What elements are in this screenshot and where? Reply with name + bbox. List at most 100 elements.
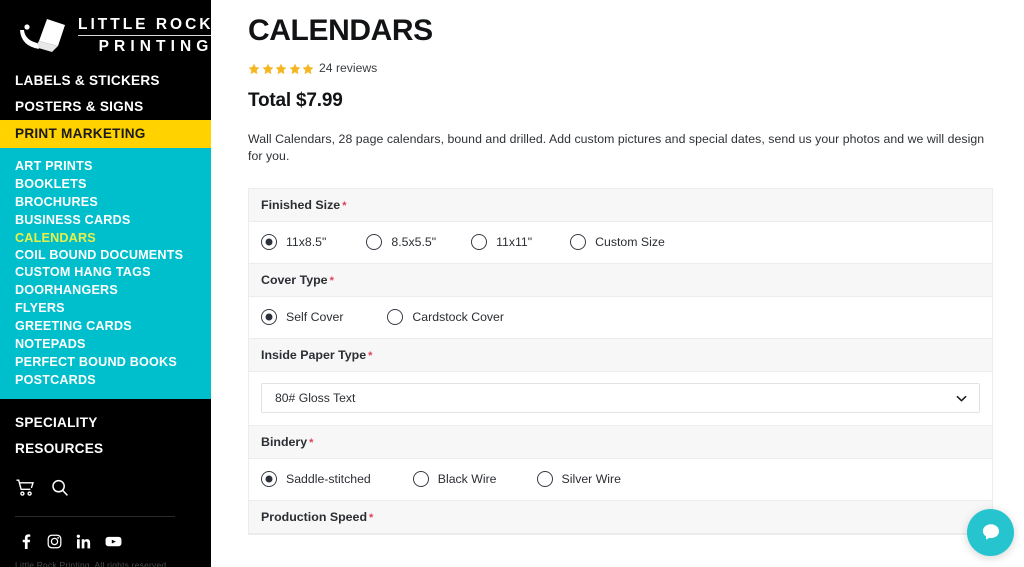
radio-indicator[interactable] (261, 309, 277, 325)
option-group-header: Cover Type * (249, 264, 992, 297)
chat-bubble-icon (982, 523, 999, 540)
option-group-bindery: Bindery * Saddle-stitched Black Wire Silv… (248, 426, 993, 501)
facebook-icon[interactable] (18, 534, 33, 550)
radio-option-custom-size[interactable]: Custom Size (570, 234, 665, 250)
radio-label: Cardstock Cover (412, 310, 504, 324)
chevron-down-icon[interactable] (955, 392, 968, 405)
sidebar-item-notepads[interactable]: NOTEPADS (0, 335, 211, 353)
rating-row: 24 reviews (248, 61, 993, 75)
review-count[interactable]: 24 reviews (319, 61, 377, 75)
nav-item-resources[interactable]: RESOURCES (0, 436, 211, 462)
sidebar-item-calendars[interactable]: CALENDARS (0, 229, 211, 247)
required-marker: * (342, 200, 347, 212)
sidebar-item-greeting-cards[interactable]: GREETING CARDS (0, 317, 211, 335)
star-icon (262, 62, 274, 75)
sidebar-item-postcards[interactable]: POSTCARDS (0, 371, 211, 389)
option-group-body: Self Cover Cardstock Cover (249, 297, 992, 338)
required-marker: * (329, 275, 334, 287)
option-group-header: Finished Size * (249, 189, 992, 222)
primary-nav: LABELS & STICKERS POSTERS & SIGNS PRINT … (0, 68, 211, 148)
radio-indicator[interactable] (261, 471, 277, 487)
logo-text-line1: LITTLE ROCK (78, 16, 211, 33)
star-rating[interactable] (248, 62, 314, 75)
social-icon-row (0, 517, 211, 550)
required-marker: * (309, 437, 314, 449)
search-icon[interactable] (50, 478, 70, 498)
radio-indicator[interactable] (261, 234, 277, 250)
option-group-title: Finished Size (261, 198, 341, 212)
sidebar-item-perfect-bound-books[interactable]: PERFECT BOUND BOOKS (0, 353, 211, 371)
option-group-finished-size: Finished Size* 11x8.5" 8.5x5.5" 11x11" (248, 188, 993, 264)
product-description: Wall Calendars, 28 page calendars, bound… (248, 132, 985, 163)
sidebar-item-art-prints[interactable]: ART PRINTS (0, 157, 211, 175)
nav-item-labels-stickers[interactable]: LABELS & STICKERS (0, 68, 211, 94)
sidebar: LITTLE ROCK PRINTING LABELS & STICKERS P… (0, 0, 211, 567)
radio-option-8-5x5-5[interactable]: 8.5x5.5" (366, 234, 436, 250)
radio-label: Saddle-stitched (286, 472, 371, 486)
chat-widget-button[interactable] (967, 509, 1014, 556)
product-options: Finished Size* 11x8.5" 8.5x5.5" 11x11" (248, 188, 993, 535)
main-content: CALENDARS 24 reviews Total $7.99 Wall Ca… (211, 0, 1024, 567)
option-group-title: Production Speed (261, 510, 368, 524)
radio-option-cardstock-cover[interactable]: Cardstock Cover (387, 309, 504, 325)
print-marketing-submenu: ART PRINTS BOOKLETS BROCHURES BUSINESS C… (0, 148, 211, 400)
star-icon (248, 62, 260, 75)
sidebar-item-coil-bound-documents[interactable]: COIL BOUND DOCUMENTS (0, 247, 211, 263)
radio-option-silver-wire[interactable]: Silver Wire (536, 471, 621, 487)
radio-indicator[interactable] (412, 471, 429, 487)
radio-label: Black Wire (437, 472, 497, 486)
radio-label: Silver Wire (561, 472, 621, 486)
radio-label: 8.5x5.5" (391, 235, 437, 249)
option-group-body: 11x8.5" 8.5x5.5" 11x11" Custom Size (249, 222, 992, 263)
radio-option-saddle-stitched[interactable]: Saddle-stitched (261, 471, 371, 487)
option-group-cover-type: Cover Type * Self Cover Cardstock Cover (248, 264, 993, 339)
nav-item-posters-signs[interactable]: POSTERS & SIGNS (0, 94, 211, 120)
sidebar-item-custom-hang-tags[interactable]: CUSTOM HANG TAGS (0, 263, 211, 281)
radio-option-self-cover[interactable]: Self Cover (261, 309, 343, 325)
star-icon (275, 62, 287, 75)
radio-indicator[interactable] (570, 234, 587, 250)
secondary-nav: SPECIALITY RESOURCES (0, 399, 211, 462)
sidebar-item-business-cards[interactable]: BUSINESS CARDS (0, 211, 211, 229)
radio-label: 11x8.5" (286, 235, 327, 249)
required-marker: * (368, 350, 373, 362)
sidebar-item-booklets[interactable]: BOOKLETS (0, 175, 211, 193)
nav-item-speciality[interactable]: SPECIALITY (0, 410, 211, 436)
sidebar-item-brochures[interactable]: BROCHURES (0, 193, 211, 211)
site-logo[interactable]: LITTLE ROCK PRINTING (0, 0, 211, 58)
sidebar-item-flyers[interactable]: FLYERS (0, 299, 211, 317)
inside-paper-type-select[interactable]: 80# Gloss Text (261, 383, 980, 413)
option-group-title: Cover Type (261, 273, 328, 287)
cart-icon[interactable] (15, 478, 35, 498)
option-group-title: Bindery (261, 435, 308, 449)
printing-press-icon (17, 16, 69, 56)
logo-text-line2: PRINTING (98, 37, 211, 55)
radio-option-black-wire[interactable]: Black Wire (412, 471, 497, 487)
radio-indicator[interactable] (471, 234, 488, 250)
radio-indicator[interactable] (366, 234, 383, 250)
radio-label: Custom Size (595, 235, 665, 249)
youtube-icon[interactable] (105, 534, 122, 549)
option-group-production-speed: Production Speed * (248, 501, 993, 535)
radio-label: Self Cover (286, 310, 344, 324)
star-icon (302, 62, 314, 75)
option-group-header: Production Speed * (249, 501, 992, 534)
radio-indicator[interactable] (387, 309, 404, 325)
linkedin-icon[interactable] (76, 534, 91, 549)
select-selected-value: 80# Gloss Text (275, 391, 356, 405)
sidebar-item-doorhangers[interactable]: DOORHANGERS (0, 281, 211, 299)
option-group-title: Inside Paper Type (261, 348, 367, 362)
page-title: CALENDARS (248, 14, 433, 47)
utility-icon-row (0, 462, 211, 498)
radio-option-11x11[interactable]: 11x11" (471, 234, 532, 250)
option-group-body: Saddle-stitched Black Wire Silver Wire (249, 459, 992, 500)
star-icon (289, 62, 301, 75)
radio-label: 11x11" (496, 235, 533, 249)
required-marker: * (369, 512, 374, 524)
radio-indicator[interactable] (536, 471, 553, 487)
nav-item-print-marketing[interactable]: PRINT MARKETING (0, 120, 211, 148)
logo-divider (78, 34, 211, 36)
total-price: Total $7.99 (248, 90, 343, 111)
instagram-icon[interactable] (47, 534, 62, 549)
radio-option-11x8-5[interactable]: 11x8.5" (261, 234, 326, 250)
